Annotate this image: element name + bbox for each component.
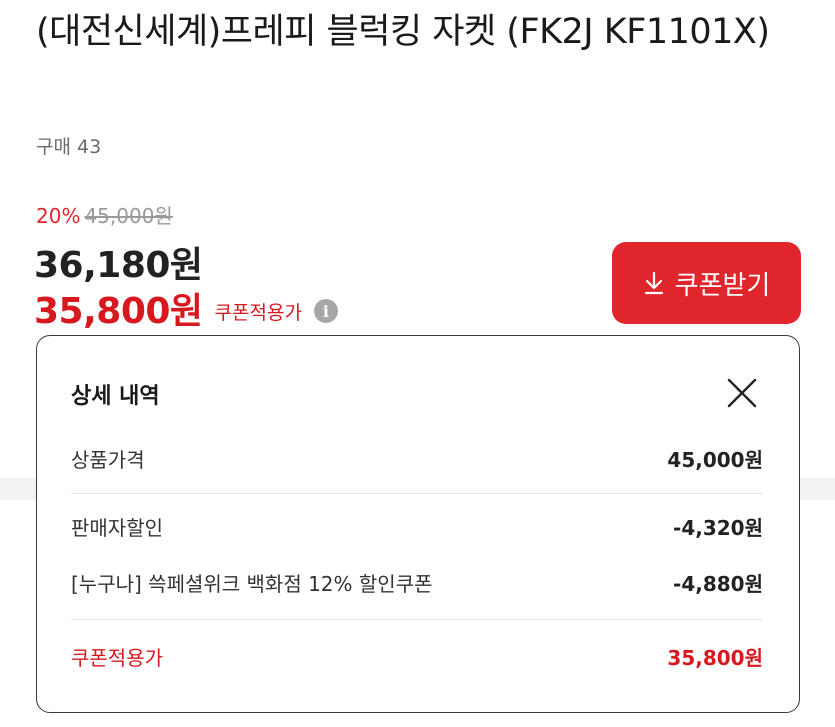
purchase-count: 구매 43 (36, 136, 102, 158)
row-label: 쿠폰적용가 (71, 646, 163, 670)
sale-price: 36,180원 (34, 245, 203, 286)
row-label: 상품가격 (71, 448, 145, 472)
product-title: (대전신세계)프레피 블럭킹 자켓 (FK2J KF1101X) (36, 12, 770, 52)
coupon-price: 35,800원 (34, 291, 203, 332)
coupon-price-label: 쿠폰적용가 (214, 301, 302, 324)
detail-row-seller-discount: 판매자할인 -4,320원 (71, 512, 763, 541)
get-coupon-label: 쿠폰받기 (674, 269, 771, 300)
row-amount: -4,880원 (673, 572, 763, 596)
detail-row-coupon-applied-price: 쿠폰적용가 35,800원 (71, 642, 763, 671)
info-icon[interactable]: i (313, 299, 338, 323)
row-amount: 45,000원 (667, 448, 763, 472)
get-coupon-button[interactable]: 쿠폰받기 (612, 242, 801, 324)
coupon-price-row: 35,800원 쿠폰적용가 i (34, 282, 338, 334)
original-price-row: 20% 45,000원 (36, 200, 173, 229)
row-label: [누구나] 쓱페셜위크 백화점 12% 할인쿠폰 (71, 572, 433, 596)
divider (71, 619, 763, 620)
detail-row-product-price: 상품가격 45,000원 (71, 444, 763, 473)
price-detail-panel: 상세 내역 상품가격 45,000원 판매자할인 -4,320원 [누구나] 쓱… (36, 335, 800, 713)
row-label: 판매자할인 (71, 516, 163, 540)
divider (71, 493, 763, 494)
original-price: 45,000원 (84, 204, 173, 228)
row-amount: -4,320원 (673, 516, 763, 540)
detail-row-coupon-discount: [누구나] 쓱페셜위크 백화점 12% 할인쿠폰 -4,880원 (71, 568, 763, 597)
discount-percent: 20% (36, 204, 81, 228)
download-arrow-icon (643, 271, 665, 295)
panel-title: 상세 내역 (71, 384, 160, 409)
product-price-page: (대전신세계)프레피 블럭킹 자켓 (FK2J KF1101X) 구매 43 2… (0, 0, 835, 727)
close-icon (727, 378, 757, 408)
close-button[interactable] (725, 376, 759, 410)
row-amount: 35,800원 (667, 646, 763, 670)
